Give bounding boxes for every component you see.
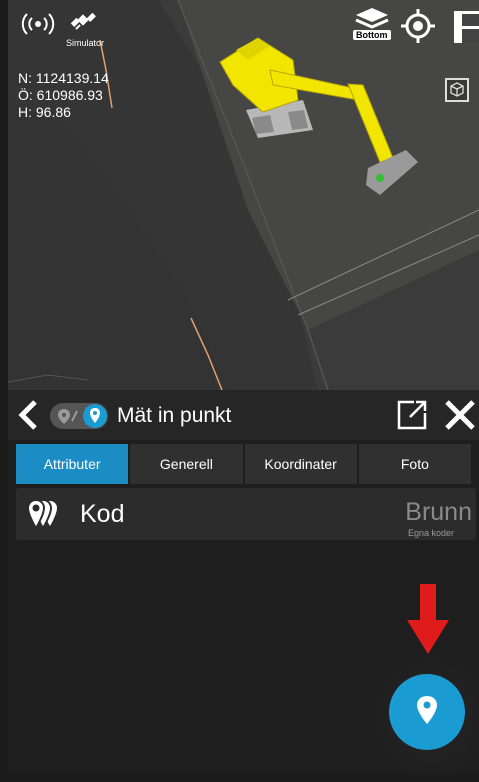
view-cube-button[interactable] bbox=[445, 78, 469, 102]
terrain-scene bbox=[8, 0, 479, 390]
close-icon bbox=[445, 400, 475, 430]
height-coordinate: H: 96.86 bbox=[18, 104, 71, 120]
tab-bar: Attributer Generell Koordinater Foto bbox=[16, 444, 471, 484]
layer-badge: Bottom bbox=[353, 30, 391, 40]
red-arrow-down-icon bbox=[405, 584, 451, 661]
panel-title: Mät in punkt bbox=[117, 404, 232, 427]
attribute-value: Brunn bbox=[405, 498, 472, 526]
cube-icon bbox=[450, 82, 464, 97]
tab-koordinater[interactable]: Koordinater bbox=[244, 444, 357, 484]
attribute-label: Kod bbox=[80, 500, 125, 528]
tab-attributer[interactable]: Attributer bbox=[16, 444, 129, 484]
toggle-knob bbox=[83, 404, 107, 428]
north-coordinate: N: 1124139.14 bbox=[18, 70, 109, 86]
satellite-icon[interactable] bbox=[68, 5, 98, 40]
map-viewport[interactable]: Simulator Bottom N: 1124139.14 Ö: 610986… bbox=[8, 0, 479, 390]
map-pin-icon bbox=[90, 408, 100, 423]
mode-toggle[interactable] bbox=[50, 403, 108, 429]
stacked-pins-icon bbox=[24, 496, 66, 539]
attribute-row-kod[interactable]: Kod Brunn Egna koder bbox=[16, 488, 476, 540]
attribute-sublabel: Egna koder bbox=[407, 528, 454, 538]
crosshair-icon[interactable] bbox=[401, 9, 435, 48]
tab-foto[interactable]: Foto bbox=[358, 444, 471, 484]
open-external-button[interactable] bbox=[396, 399, 428, 431]
external-link-icon bbox=[397, 400, 427, 430]
tab-generell[interactable]: Generell bbox=[130, 444, 243, 484]
pin-off-icon bbox=[57, 407, 79, 430]
back-button[interactable] bbox=[14, 399, 44, 431]
layout-icon[interactable] bbox=[454, 11, 479, 48]
signal-broadcast-icon[interactable] bbox=[20, 12, 56, 41]
measure-point-fab[interactable] bbox=[389, 674, 465, 750]
simulator-label: Simulator bbox=[66, 38, 105, 48]
coordinate-readout: N: 1124139.14 Ö: 610986.93 H: 96.86 bbox=[18, 70, 109, 121]
measure-point-panel: Mät in punkt Attributer Generell Koordin… bbox=[8, 390, 479, 782]
chevron-left-icon bbox=[18, 400, 37, 430]
map-pin-icon bbox=[417, 696, 437, 724]
panel-header: Mät in punkt bbox=[8, 390, 479, 440]
close-button[interactable] bbox=[444, 399, 476, 431]
east-coordinate: Ö: 610986.93 bbox=[18, 87, 103, 103]
